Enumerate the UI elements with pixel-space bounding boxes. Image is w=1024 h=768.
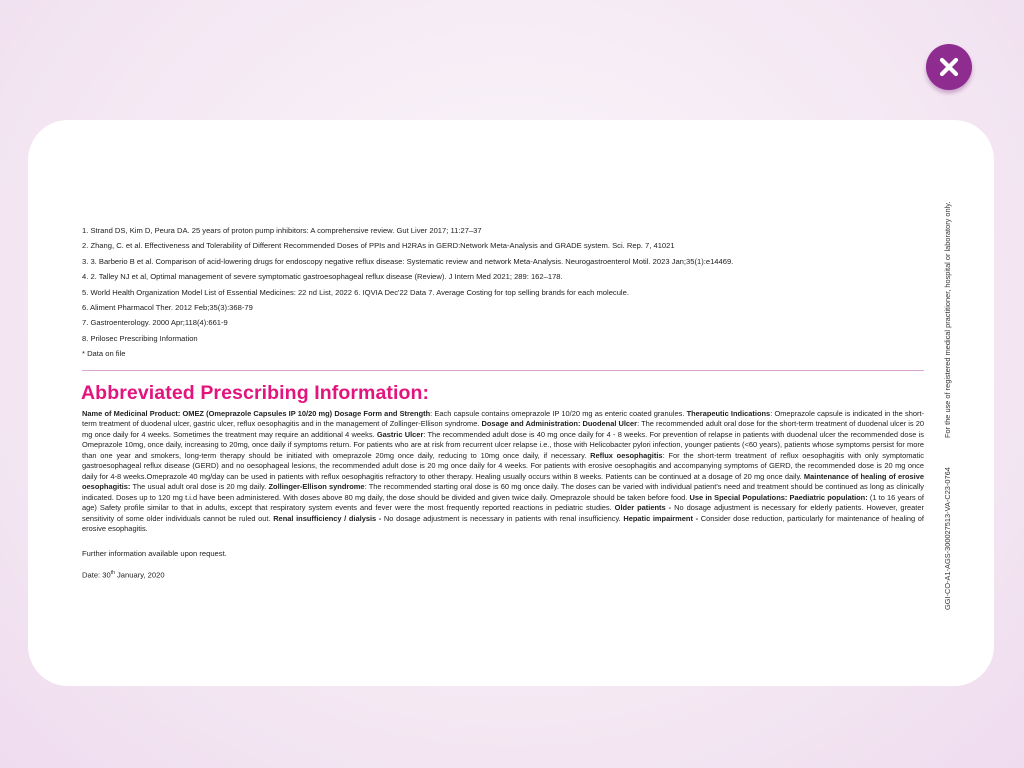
- section-divider: [82, 370, 924, 371]
- close-button[interactable]: [926, 44, 972, 90]
- reference-item: 6. Aliment Pharmacol Ther. 2012 Feb;35(3…: [82, 303, 253, 313]
- references-list: 1. Strand DS, Kim D, Peura DA. 25 years …: [82, 223, 902, 362]
- reference-item: 3. 3. Barberio B et al. Comparison of ac…: [82, 256, 734, 266]
- prescribing-text: The usual adult oral dose is 20 mg daily…: [130, 482, 269, 492]
- date-prefix: Date: 30: [82, 570, 111, 580]
- prescribing-heading: Reflux oesophagitis: [590, 450, 663, 460]
- prescribing-heading: Zollinger-Ellison syndrome: [268, 482, 365, 492]
- reference-item: 5. World Health Organization Model List …: [82, 287, 629, 297]
- close-icon: [939, 57, 959, 77]
- prescribing-info-body: Name of Medicinal Product: OMEZ (Omepraz…: [82, 409, 924, 534]
- legal-disclaimer: For the use of registered medical practi…: [943, 201, 952, 438]
- prescribing-heading: Gastric Ulcer: [376, 429, 424, 439]
- prescribing-heading: Name of Medicinal Product: OMEZ (Omepraz…: [82, 409, 431, 418]
- reference-item: 4. 2. Talley NJ et al, Optimal managemen…: [82, 272, 563, 282]
- prescribing-heading: Dosage and Administration: Duodenal Ulce…: [481, 419, 638, 429]
- reference-item: 1. Strand DS, Kim D, Peura DA. 25 years …: [82, 226, 482, 235]
- prescribing-heading: Hepatic impairment -: [623, 513, 699, 523]
- prescribing-heading: Older patients -: [614, 503, 672, 513]
- document-code: GGI-CO-A1-AGS-300027513-VA-C23-0764: [943, 467, 952, 610]
- prescribing-text: : Each capsule contains omeprazole IP 10…: [430, 409, 687, 418]
- date-text: Date: 30th January, 2020: [82, 570, 165, 580]
- further-info-text: Further information available upon reque…: [82, 549, 227, 558]
- reference-item: 7. Gastroenterology. 2000 Apr;118(4):661…: [82, 318, 228, 328]
- reference-item: * Data on file: [82, 349, 126, 359]
- prescribing-heading: Therapeutic Indications: [686, 409, 771, 418]
- reference-item: 2. Zhang, C. et al. Effectiveness and To…: [82, 241, 675, 251]
- date-rest: January, 2020: [114, 570, 165, 580]
- reference-item: 8. Prilosec Prescribing Information: [82, 333, 198, 343]
- prescribing-info-title: Abbreviated Prescribing Information:: [81, 382, 430, 404]
- prescribing-heading: Use in Special Populations: Paediatric p…: [689, 492, 868, 502]
- prescribing-text: No dosage adjustment is necessary in pat…: [381, 513, 624, 523]
- prescribing-heading: Renal insufficiency / dialysis -: [273, 513, 382, 523]
